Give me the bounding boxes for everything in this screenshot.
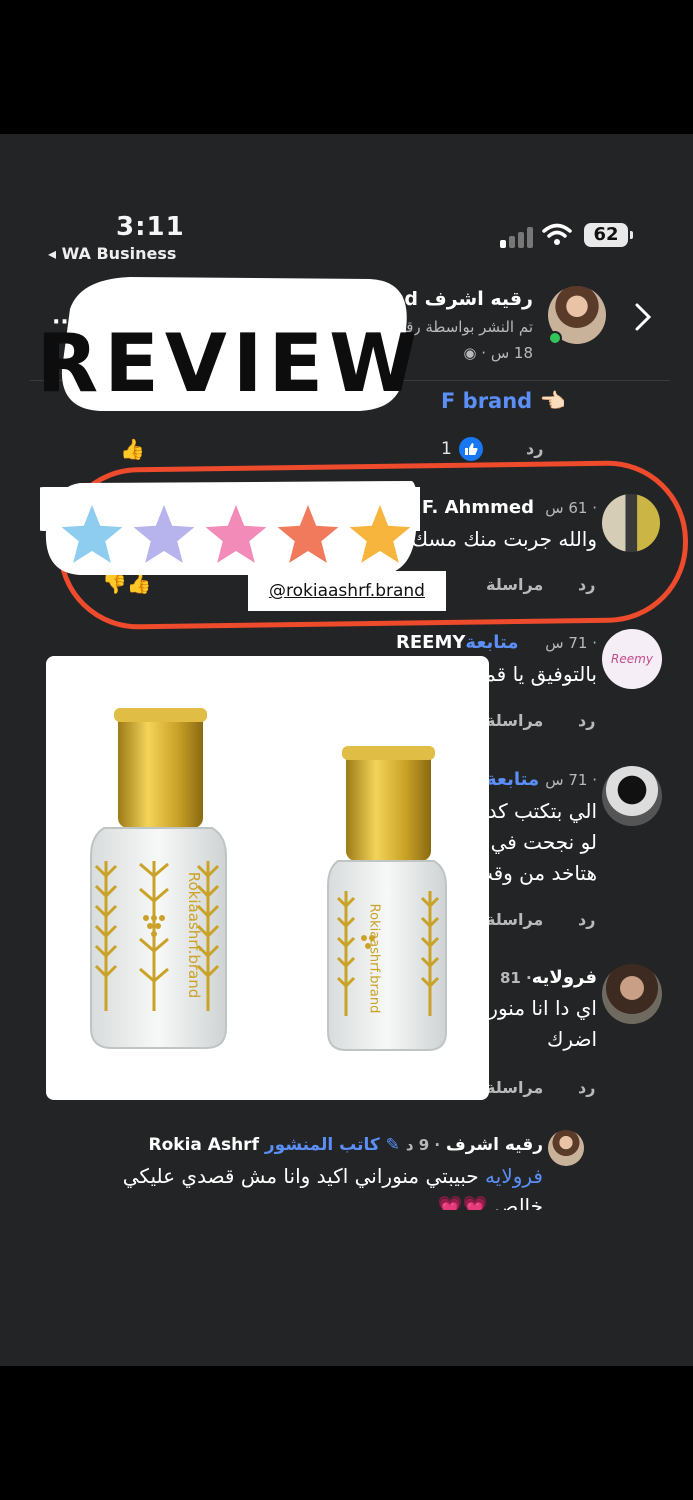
comment-text-body: حبيبتي منوراني اكيد وانا مش قصدي عليكي — [122, 1164, 479, 1188]
message-button[interactable]: مراسلة — [486, 711, 543, 730]
comment-time: · 71 س — [545, 771, 597, 789]
post-author-avatar[interactable] — [548, 1130, 584, 1166]
message-button[interactable]: مراسلة — [486, 910, 543, 929]
pointing-hand-icon: 👈🏻 — [539, 389, 566, 413]
battery-indicator: 62 — [584, 223, 633, 247]
wifi-icon — [542, 223, 572, 245]
post-time-text: 18 س · — [476, 344, 533, 362]
reply-author-name: رقيه اشرف — [446, 1135, 543, 1155]
comment-text-line: خالص 💗💗 — [438, 1194, 543, 1210]
commenter-avatar[interactable] — [602, 766, 662, 826]
commenter-name[interactable]: REEMYمتابعة — [396, 632, 519, 653]
comment-time: · 81 — [499, 969, 532, 987]
brand-text: F brand — [441, 389, 533, 413]
comment-text-line: اي دا انا منورا — [482, 996, 597, 1020]
commenter-avatar[interactable] — [602, 964, 662, 1024]
perfume-bottles-icon — [90, 708, 447, 1051]
comment-text-body: خالص — [493, 1194, 543, 1210]
reply-author-latin: Rokia Ashrf — [148, 1135, 259, 1155]
mention-link[interactable]: فرولايه — [485, 1164, 543, 1188]
comment-time: · 9 د — [405, 1136, 441, 1154]
signal-icon — [500, 226, 534, 248]
globe-icon: ◉ — [463, 344, 477, 362]
product-image: Rokiaashrf.brand Rokiaashrf.brand — [46, 656, 489, 1100]
commenter-name-text: REEMY — [396, 632, 466, 653]
comment-text: بالتوفيق يا قمر — [474, 662, 597, 686]
hearts-icon: 💗💗 — [437, 1194, 488, 1210]
reply-button[interactable]: رد — [526, 439, 543, 458]
commenter-name-text: فرولايه — [531, 967, 597, 988]
comment-brand-text: F brand 👈🏻 — [441, 389, 566, 414]
follow-link[interactable]: متابعة — [486, 769, 539, 790]
reply-button[interactable]: رد — [578, 711, 595, 730]
comment-time: · 71 س — [545, 634, 597, 652]
commenter-avatar[interactable]: Reemy — [602, 629, 662, 689]
commenter-name[interactable]: فرولايه· 81 — [500, 967, 597, 988]
reply-author[interactable]: رقيه اشرف · 9 د ✎ كاتب المنشور Rokia Ash… — [149, 1135, 543, 1155]
chevron-right-icon[interactable] — [634, 302, 652, 332]
post-time: 18 س · ◉ — [463, 344, 533, 362]
screen: 3:11 ◂ WA Business 62 رقيه اشرف brand تم… — [0, 134, 693, 1366]
follow-link[interactable]: متابعة — [465, 632, 518, 653]
online-indicator — [548, 331, 562, 345]
comment-text-line: لو نجحت في — [490, 830, 597, 854]
comment-text-line: هتاخد من وقت — [473, 861, 597, 885]
comment-text-line: اضرك — [546, 1027, 597, 1051]
back-to-app-link[interactable]: ◂ WA Business — [48, 244, 176, 263]
status-time: 3:11 — [116, 212, 185, 242]
review-sticker-text: REVIEW — [40, 317, 420, 410]
bottle-label: Rokiaashrf.brand — [185, 871, 203, 999]
message-button[interactable]: مراسلة — [486, 1078, 543, 1097]
author-badge-text: كاتب المنشور — [264, 1135, 380, 1155]
reply-button[interactable]: رد — [578, 910, 595, 929]
comment-text: فرولايه حبيبتي منوراني اكيد وانا مش قصدي… — [123, 1164, 543, 1188]
like-count: 1 — [441, 439, 452, 459]
bottle-label: Rokiaashrf.brand — [366, 903, 382, 1014]
like-badge-icon — [459, 437, 483, 461]
reply-button[interactable]: رد — [578, 1078, 595, 1097]
author-badge: ✎ كاتب المنشور — [264, 1135, 400, 1155]
review-sticker: REVIEW — [40, 277, 420, 575]
comment-text-line: الي بتكتب كده — [477, 799, 597, 823]
